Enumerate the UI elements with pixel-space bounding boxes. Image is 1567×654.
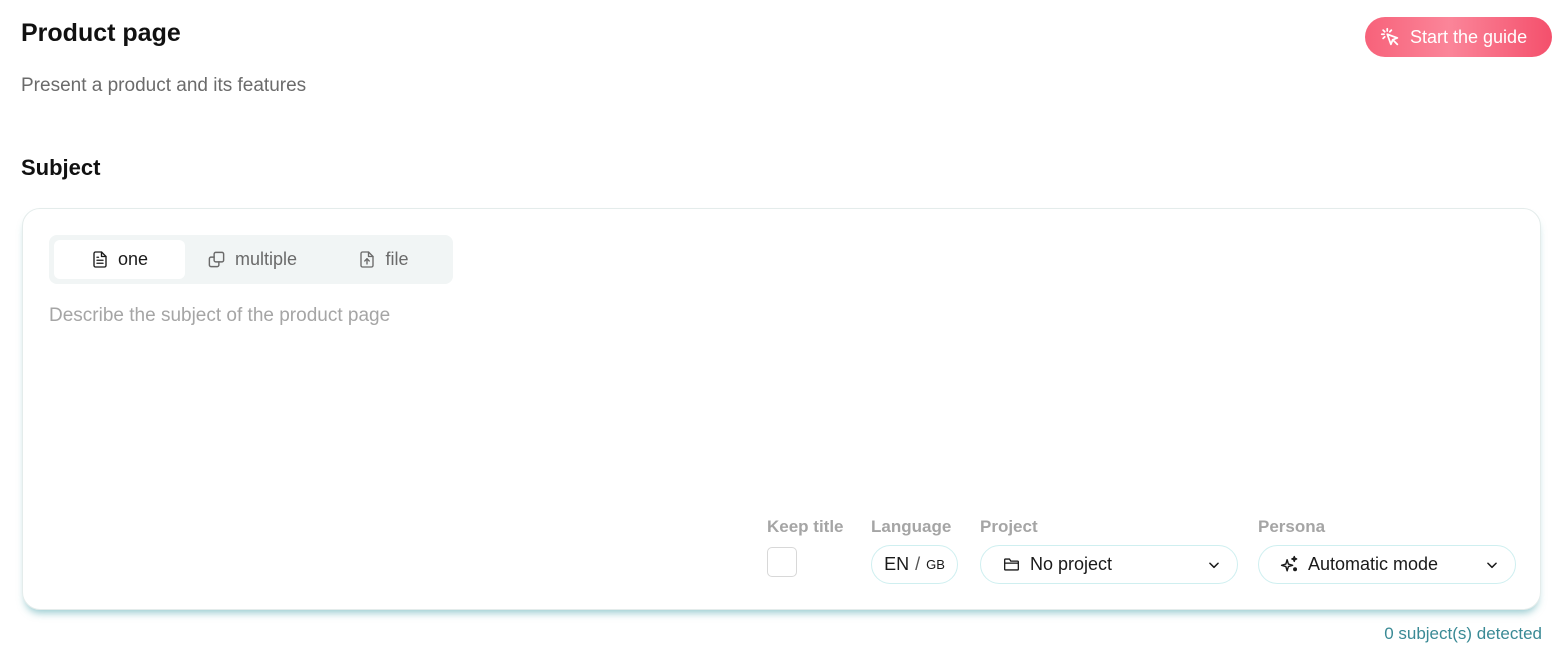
language-code: EN bbox=[884, 554, 910, 574]
subject-card: one multiple file Keep title bbox=[22, 208, 1541, 610]
project-label: Project bbox=[980, 517, 1038, 536]
subject-section-title: Subject bbox=[21, 155, 101, 180]
project-value: No project bbox=[1030, 554, 1113, 574]
chevron-down-icon bbox=[1209, 562, 1219, 569]
copy-icon bbox=[208, 251, 225, 268]
tab-file-label: file bbox=[385, 249, 409, 269]
subject-mode-tabs: one multiple file bbox=[49, 235, 453, 284]
persona-label: Persona bbox=[1258, 517, 1326, 536]
tab-file[interactable]: file bbox=[319, 240, 448, 279]
subject-description-input[interactable] bbox=[49, 305, 1509, 485]
sparkles-icon bbox=[1280, 555, 1298, 572]
project-select[interactable]: No project bbox=[980, 545, 1238, 584]
page-subtitle: Present a product and its features bbox=[21, 75, 307, 96]
language-label: Language bbox=[871, 517, 952, 536]
subjects-detected-count: 0 subject(s) detected bbox=[1384, 624, 1542, 643]
page: Product page Present a product and its f… bbox=[0, 0, 1567, 654]
language-selector[interactable]: EN / GB bbox=[871, 545, 958, 584]
keep-title-label: Keep title bbox=[767, 517, 844, 536]
tab-multiple-label: multiple bbox=[234, 249, 298, 269]
keep-title-checkbox[interactable] bbox=[767, 547, 797, 577]
start-guide-label: Start the guide bbox=[1410, 26, 1528, 47]
pointer-click-icon bbox=[1380, 27, 1399, 46]
language-region: GB bbox=[926, 557, 945, 572]
tab-multiple[interactable]: multiple bbox=[185, 240, 319, 279]
tab-one-label: one bbox=[117, 249, 149, 269]
language-separator: / bbox=[915, 554, 921, 574]
file-upload-icon bbox=[360, 251, 375, 268]
page-title: Product page bbox=[21, 19, 181, 47]
folder-icon bbox=[1004, 558, 1019, 571]
document-icon bbox=[93, 251, 107, 268]
persona-select[interactable]: Automatic mode bbox=[1258, 545, 1516, 584]
start-guide-button[interactable]: Start the guide bbox=[1365, 17, 1552, 57]
persona-value: Automatic mode bbox=[1308, 554, 1439, 574]
chevron-down-icon bbox=[1487, 562, 1497, 569]
tab-one[interactable]: one bbox=[54, 240, 185, 279]
